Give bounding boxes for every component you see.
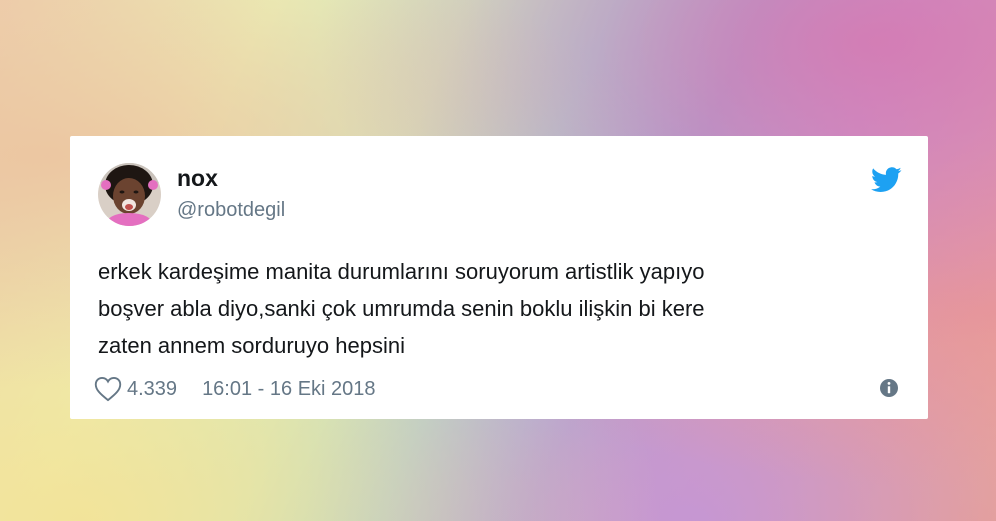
tweet-card: nox @robotdegil erkek kardeşime manita d… — [70, 136, 928, 419]
tweet-text-line: boşver abla diyo,sanki çok umrumda senin… — [98, 296, 705, 321]
tweet-text-line: zaten annem sorduruyo hepsini — [98, 333, 405, 358]
display-name[interactable]: nox — [177, 164, 218, 192]
tweet-text: erkek kardeşime manita durumlarını soruy… — [98, 253, 898, 364]
heart-icon[interactable] — [94, 376, 122, 402]
twitter-bird-icon[interactable] — [871, 167, 902, 193]
tweet-text-line: erkek kardeşime manita durumlarını soruy… — [98, 259, 705, 284]
like-count: 4.339 — [127, 377, 178, 400]
user-handle[interactable]: @robotdegil — [177, 198, 285, 222]
avatar-image — [98, 163, 161, 226]
avatar[interactable] — [98, 163, 161, 226]
timestamp[interactable]: 16:01 - 16 Eki 2018 — [202, 378, 375, 401]
tweet-footer: 4.339 16:01 - 16 Eki 2018 — [94, 374, 376, 404]
info-icon[interactable] — [878, 377, 900, 399]
